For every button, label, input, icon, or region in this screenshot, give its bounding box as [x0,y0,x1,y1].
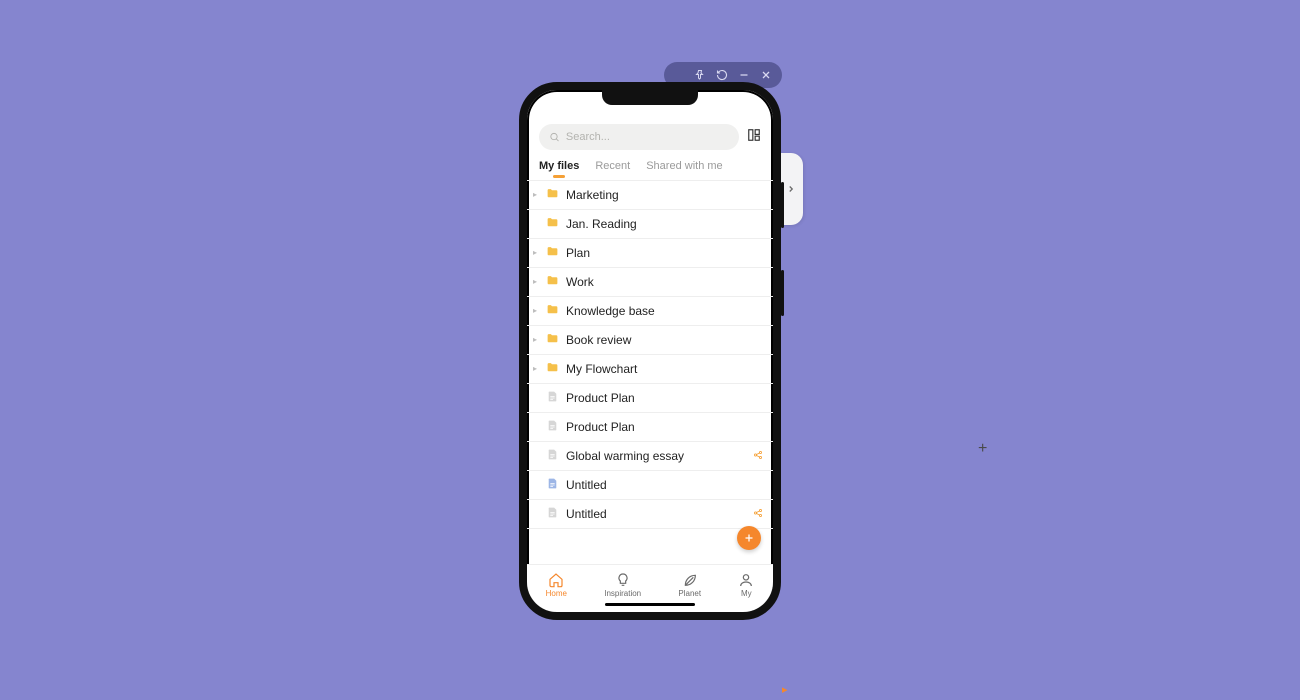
folder-icon [545,332,560,348]
phone-side-button [781,182,784,228]
tab-shared[interactable]: Shared with me [646,160,722,178]
list-item[interactable]: ▸ My Flowchart [527,355,773,384]
document-icon [545,390,560,406]
item-label: Jan. Reading [566,217,763,231]
item-label: Book review [566,333,763,347]
tab-my-files[interactable]: My files [539,160,579,178]
list-item[interactable]: Untitled [527,471,773,500]
search-icon [549,131,560,143]
expand-caret-icon[interactable]: ▸ [531,278,539,286]
list-item[interactable]: ▸ Knowledge base [527,297,773,326]
folder-icon [545,274,560,290]
cursor-plus-icon: + [978,440,987,458]
expand-caret-icon[interactable]: ▸ [531,336,539,344]
item-label: Untitled [566,478,763,492]
item-label: Marketing [566,188,763,202]
chevron-right-icon [786,184,796,194]
expand-caret-icon[interactable]: ▸ [531,249,539,257]
list-item[interactable]: ▸ Book review [527,326,773,355]
list-item[interactable]: Product Plan [527,384,773,413]
list-item[interactable]: Product Plan [527,413,773,442]
list-item[interactable]: Global warming essay [527,442,773,471]
minimize-icon[interactable] [738,69,750,81]
app-screen: My files Recent Shared with me ▸ Marketin… [527,90,773,612]
phone-side-button [781,270,784,316]
expand-caret-icon[interactable]: ▸ [531,365,539,373]
item-label: Plan [566,246,763,260]
share-icon [751,507,763,521]
leaf-icon [682,572,698,588]
undo-icon[interactable] [716,69,728,81]
folder-icon [545,216,560,232]
document-icon [545,477,560,493]
item-label: Knowledge base [566,304,763,318]
folder-icon [545,187,560,203]
search-box[interactable] [539,124,739,150]
list-item[interactable]: ▸ Work [527,268,773,297]
nav-label: Planet [678,589,701,598]
item-label: My Flowchart [566,362,763,376]
layout-toggle-icon[interactable] [747,128,761,147]
nav-planet[interactable]: Planet [678,572,701,598]
list-item[interactable]: Untitled [527,500,773,529]
folder-icon [545,245,560,261]
share-icon [751,449,763,463]
nav-inspiration[interactable]: Inspiration [604,572,641,598]
pin-icon[interactable] [694,69,706,81]
nav-label: My [741,589,752,598]
search-input[interactable] [566,131,729,143]
item-label: Work [566,275,763,289]
nav-label: Home [546,589,567,598]
add-fab[interactable] [737,526,761,550]
bulb-icon [615,572,631,588]
phone-home-bar [605,603,695,606]
file-list: ▸ Marketing Jan. Reading ▸ Plan ▸ Work ▸ Knowled… [527,180,773,564]
close-icon[interactable] [760,69,772,81]
item-label: Untitled [566,507,745,521]
nav-home[interactable]: Home [546,572,567,598]
item-label: Product Plan [566,391,763,405]
nav-label: Inspiration [604,589,641,598]
list-item[interactable]: Jan. Reading [527,210,773,239]
document-icon [545,419,560,435]
expand-caret-icon[interactable]: ▸ [531,191,539,199]
item-label: Product Plan [566,420,763,434]
expand-caret-icon[interactable]: ▸ [531,307,539,315]
orange-marker: ▸ [782,683,788,696]
list-item[interactable]: ▸ Plan [527,239,773,268]
document-icon [545,506,560,522]
user-icon [738,572,754,588]
item-label: Global warming essay [566,449,745,463]
folder-icon [545,361,560,377]
plus-icon [743,532,755,544]
list-item[interactable]: ▸ Marketing [527,181,773,210]
document-icon [545,448,560,464]
home-icon [548,572,564,588]
tab-recent[interactable]: Recent [595,160,630,178]
phone-frame: My files Recent Shared with me ▸ Marketin… [519,82,781,620]
nav-my[interactable]: My [738,572,754,598]
folder-icon [545,303,560,319]
file-tabs: My files Recent Shared with me [527,158,773,178]
